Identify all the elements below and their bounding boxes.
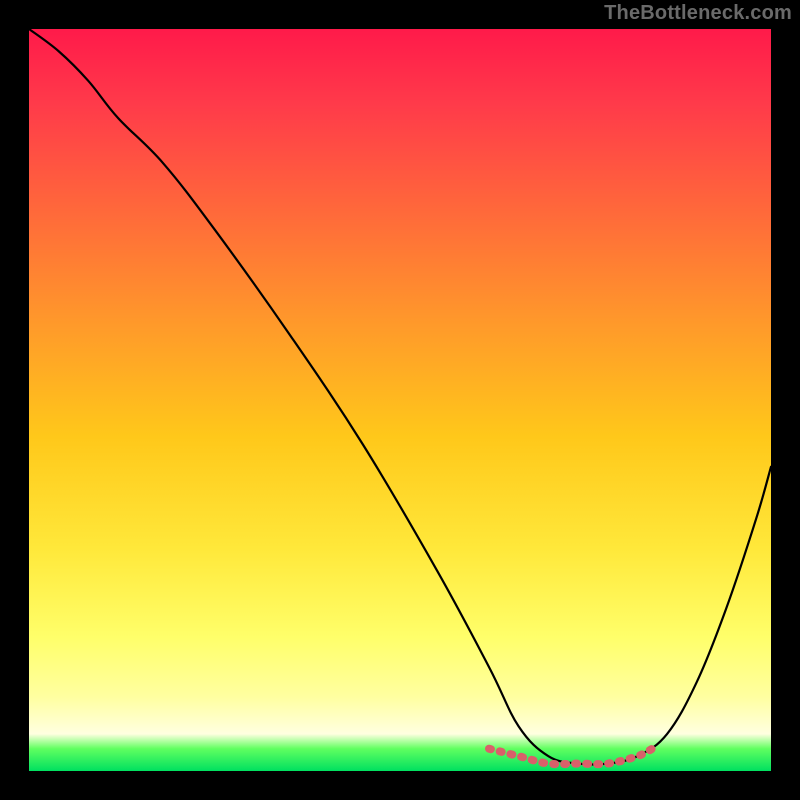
bottleneck-curve <box>29 29 771 765</box>
plot-area <box>29 29 771 771</box>
chart-frame: TheBottleneck.com <box>0 0 800 800</box>
chart-svg <box>29 29 771 771</box>
watermark-text: TheBottleneck.com <box>604 2 792 25</box>
